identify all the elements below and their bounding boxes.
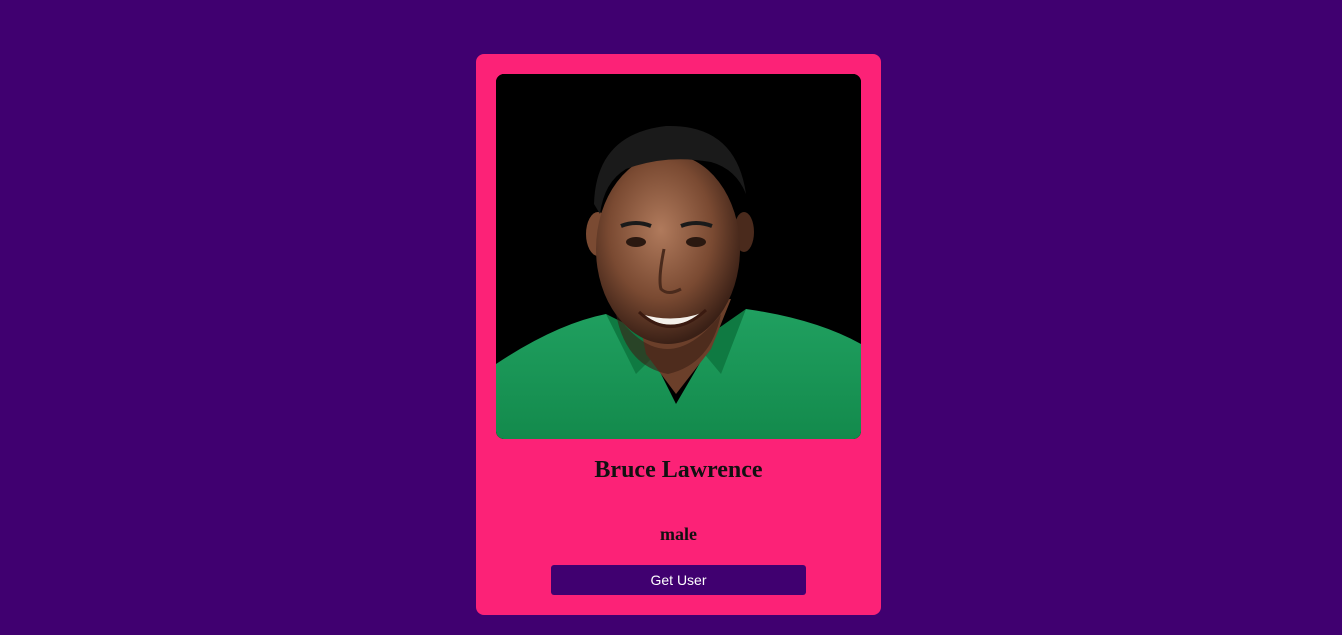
get-user-button[interactable]: Get User [551, 565, 806, 595]
user-avatar [496, 74, 861, 439]
user-avatar-portrait [496, 74, 861, 439]
user-gender: male [660, 524, 697, 544]
user-name: Bruce Lawrence [594, 457, 763, 483]
user-card: Bruce Lawrence male Get User [476, 54, 881, 615]
